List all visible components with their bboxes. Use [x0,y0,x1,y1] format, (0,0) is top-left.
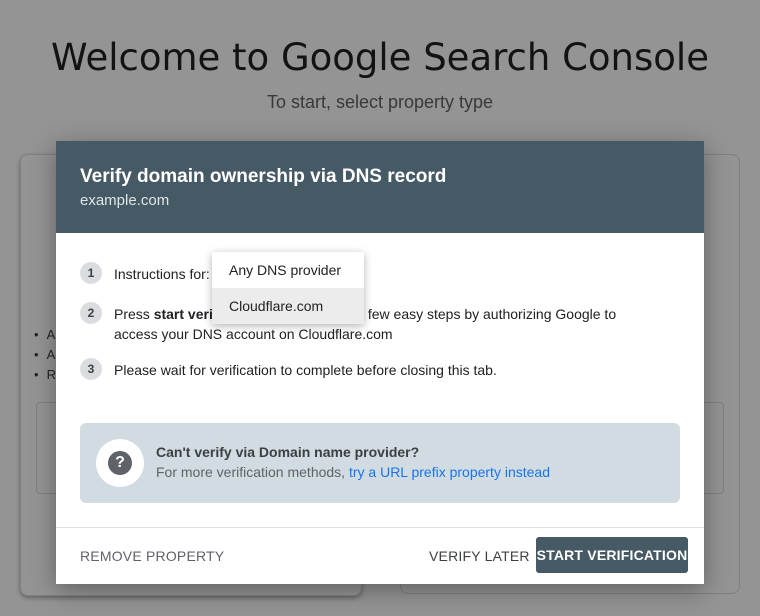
step-text-post: ith a few easy steps by authorizing Goog… [337,306,617,322]
menu-item-any-dns-provider[interactable]: Any DNS provider [212,252,364,288]
dialog-footer: REMOVE PROPERTY VERIFY LATER START VERIF… [56,527,704,585]
step-text-pre: Press [114,306,154,322]
step-text: Press start verif ith a few easy steps by… [114,304,654,344]
step-text-line2: access your DNS account on Cloudflare.co… [114,326,393,342]
step-text-bold: start verif [153,306,218,322]
dialog-title: Verify domain ownership via DNS record [80,166,447,187]
verify-domain-dialog: Verify domain ownership via DNS record e… [56,141,704,584]
step-text: Please wait for verification to complete… [114,362,497,378]
help-icon: ? [108,451,132,475]
info-title: Can't verify via Domain name provider? [156,444,420,460]
dialog-domain: example.com [80,192,170,209]
step-text: Instructions for: [114,266,210,282]
step-number: 3 [80,358,102,380]
url-prefix-link[interactable]: try a URL prefix property instead [349,464,550,480]
step-number: 2 [80,302,102,324]
dns-provider-menu[interactable]: Any DNS provider Cloudflare.com [212,252,364,324]
info-text: For more verification methods, try a URL… [156,464,550,480]
verify-later-button[interactable]: VERIFY LATER [429,548,530,564]
alternate-method-info: ? Can't verify via Domain name provider?… [80,423,680,503]
remove-property-button[interactable]: REMOVE PROPERTY [80,548,224,564]
start-verification-button[interactable]: START VERIFICATION [536,537,688,573]
dialog-header: Verify domain ownership via DNS record e… [56,141,704,233]
menu-item-cloudflare[interactable]: Cloudflare.com [212,288,364,324]
help-icon-circle: ? [96,439,144,487]
step-number: 1 [80,262,102,284]
info-text-body: For more verification methods, [156,464,349,480]
